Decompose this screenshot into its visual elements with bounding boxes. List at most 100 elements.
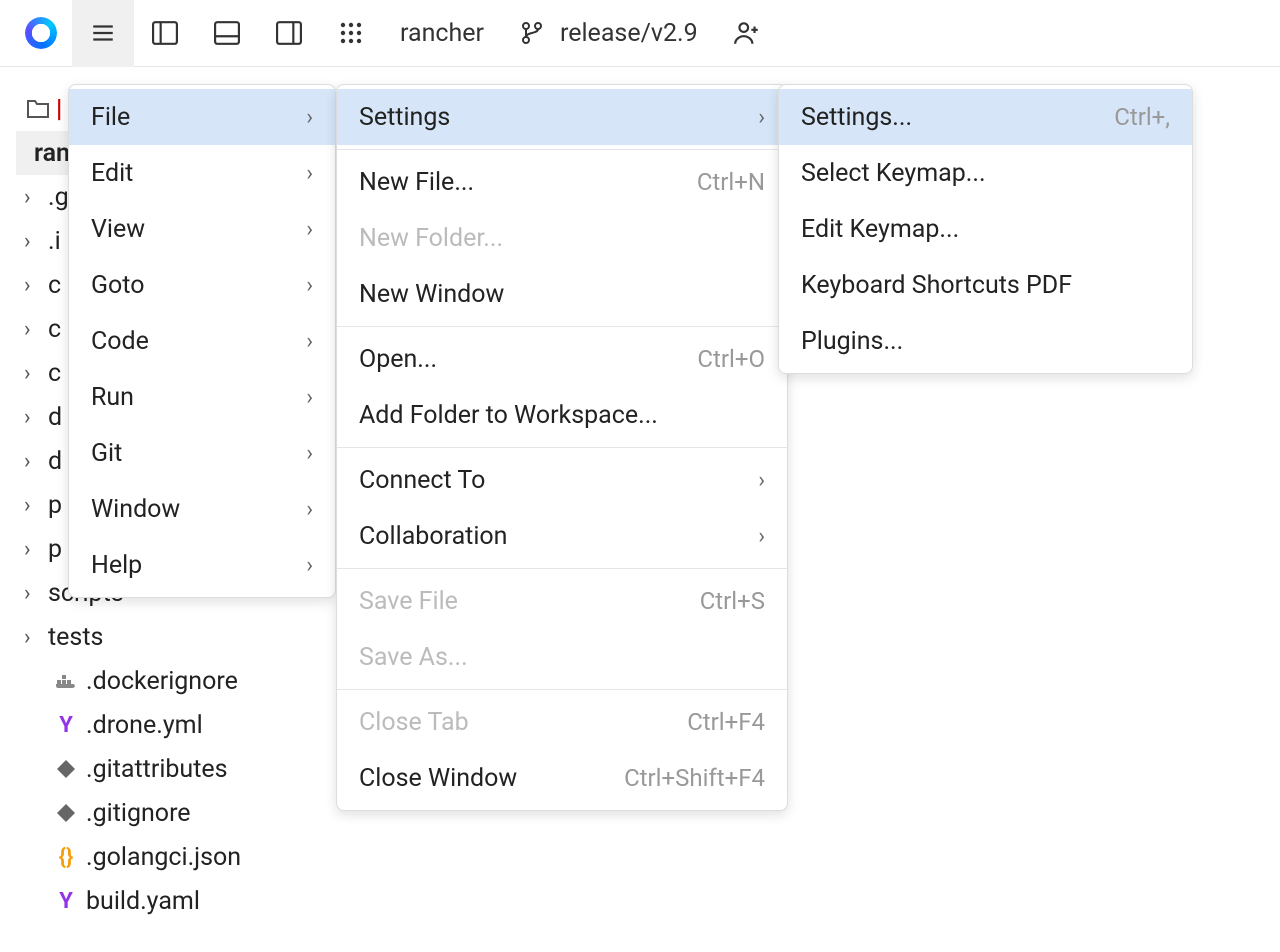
tree-item[interactable]: ›tests	[16, 615, 300, 659]
file-menu: Settings › New File...Ctrl+N New Folder... N…	[336, 84, 788, 811]
menu-item-label: File	[91, 103, 130, 132]
panel-right-icon	[276, 21, 302, 45]
menu-item-label: New File...	[359, 168, 474, 197]
chevron-right-icon: ›	[24, 449, 42, 474]
apps-grid-button[interactable]	[320, 0, 382, 67]
menu-item-label: Edit Keymap...	[801, 215, 959, 244]
menu-item-keyboard-shortcuts-pdf[interactable]: Keyboard Shortcuts PDF	[779, 257, 1192, 313]
menu-item-label: Settings	[359, 103, 450, 132]
menu-item-window[interactable]: Window›	[69, 481, 335, 537]
menu-item-label: Plugins...	[801, 327, 903, 356]
menu-item-open[interactable]: Open...Ctrl+O	[337, 331, 787, 387]
menu-item-save-as: Save As...	[337, 629, 787, 685]
chevron-right-icon: ›	[24, 581, 42, 606]
menu-item-label: View	[91, 215, 145, 244]
add-user-icon	[733, 20, 761, 46]
tree-item-label: .dockerignore	[86, 667, 238, 696]
chevron-right-icon: ›	[306, 105, 313, 130]
panel-left-icon	[152, 21, 178, 45]
menu-shortcut: Ctrl+,	[1114, 103, 1170, 131]
hamburger-menu-button[interactable]	[72, 0, 134, 67]
chevron-right-icon: ›	[24, 493, 42, 518]
menu-shortcut: Ctrl+F4	[687, 708, 765, 736]
yaml-icon: Y	[52, 713, 80, 738]
menu-item-help[interactable]: Help›	[69, 537, 335, 593]
chevron-right-icon: ›	[24, 625, 42, 650]
menu-item-git[interactable]: Git›	[69, 425, 335, 481]
panel-bottom-button[interactable]	[196, 0, 258, 67]
menu-item-add-folder-to-workspace[interactable]: Add Folder to Workspace...	[337, 387, 787, 443]
chevron-right-icon: ›	[758, 524, 765, 549]
menu-item-label: New Folder...	[359, 224, 503, 253]
tree-item-label: .g	[48, 183, 69, 212]
menu-item-edit[interactable]: Edit›	[69, 145, 335, 201]
chevron-right-icon: ›	[758, 468, 765, 493]
tree-item-label: p	[48, 491, 62, 520]
menu-shortcut: Ctrl+S	[700, 587, 765, 615]
tree-item-label: .i	[48, 227, 61, 256]
chevron-right-icon: ›	[24, 317, 42, 342]
tree-item[interactable]: Y.drone.yml	[16, 703, 300, 747]
app-logo-icon	[25, 17, 57, 49]
menu-item-goto[interactable]: Goto›	[69, 257, 335, 313]
menu-item-connect-to[interactable]: Connect To›	[337, 452, 787, 508]
add-user-button[interactable]	[716, 0, 778, 67]
menu-item-new-file[interactable]: New File...Ctrl+N	[337, 154, 787, 210]
tree-item-label: c	[48, 315, 61, 344]
menu-item-save-file: Save FileCtrl+S	[337, 573, 787, 629]
menu-item-label: Window	[91, 495, 180, 524]
chevron-right-icon: ›	[306, 161, 313, 186]
menu-item-label: Add Folder to Workspace...	[359, 401, 658, 430]
menu-item-plugins[interactable]: Plugins...	[779, 313, 1192, 369]
tree-item[interactable]: .gitignore	[16, 791, 300, 835]
menu-item-new-folder: New Folder...	[337, 210, 787, 266]
menu-separator	[337, 149, 787, 150]
docker-icon	[52, 672, 80, 690]
menu-item-collaboration[interactable]: Collaboration ›	[337, 508, 787, 564]
menu-item-label: Save As...	[359, 643, 468, 672]
menu-item-select-keymap[interactable]: Select Keymap...	[779, 145, 1192, 201]
tree-item-label: p	[48, 535, 62, 564]
tree-item[interactable]: Ybuild.yaml	[16, 879, 300, 923]
app-logo-button[interactable]	[10, 0, 72, 67]
menu-shortcut: Ctrl+O	[697, 345, 765, 373]
menu-item-code[interactable]: Code›	[69, 313, 335, 369]
menu-separator	[337, 447, 787, 448]
panel-right-button[interactable]	[258, 0, 320, 67]
tree-root-marker: |	[56, 95, 62, 124]
tree-item[interactable]: {}.golangci.json	[16, 835, 300, 879]
tree-item[interactable]: .dockerignore	[16, 659, 300, 703]
menu-item-settings[interactable]: Settings...Ctrl+,	[779, 89, 1192, 145]
tree-item[interactable]: .gitattributes	[16, 747, 300, 791]
menu-separator	[337, 568, 787, 569]
menu-item-close-window[interactable]: Close WindowCtrl+Shift+F4	[337, 750, 787, 806]
tree-item-label: c	[48, 359, 61, 388]
git-branch-icon	[520, 21, 544, 45]
chevron-right-icon: ›	[306, 273, 313, 298]
menu-item-label: Collaboration	[359, 522, 508, 551]
chevron-right-icon: ›	[24, 405, 42, 430]
chevron-right-icon: ›	[24, 537, 42, 562]
menu-item-run[interactable]: Run›	[69, 369, 335, 425]
tree-item-label: build.yaml	[86, 887, 200, 916]
project-name[interactable]: rancher	[382, 0, 502, 67]
branch-name: release/v2.9	[560, 19, 698, 48]
menu-item-file[interactable]: File ›	[69, 89, 335, 145]
panel-left-button[interactable]	[134, 0, 196, 67]
menu-item-view[interactable]: View ›	[69, 201, 335, 257]
menu-item-settings[interactable]: Settings ›	[337, 89, 787, 145]
chevron-right-icon: ›	[24, 185, 42, 210]
chevron-right-icon: ›	[758, 105, 765, 130]
menu-item-label: Close Tab	[359, 708, 469, 737]
panel-bottom-icon	[214, 21, 240, 45]
menu-item-label: New Window	[359, 280, 504, 309]
menu-item-label: Select Keymap...	[801, 159, 986, 188]
json-icon: {}	[52, 845, 80, 870]
chevron-right-icon: ›	[306, 217, 313, 242]
menu-item-edit-keymap[interactable]: Edit Keymap...	[779, 201, 1192, 257]
branch-selector[interactable]: release/v2.9	[502, 0, 716, 67]
menu-item-new-window[interactable]: New Window	[337, 266, 787, 322]
tree-item-label: tests	[48, 623, 103, 652]
yaml-icon: Y	[52, 889, 80, 914]
tree-item-label: d	[48, 403, 62, 432]
